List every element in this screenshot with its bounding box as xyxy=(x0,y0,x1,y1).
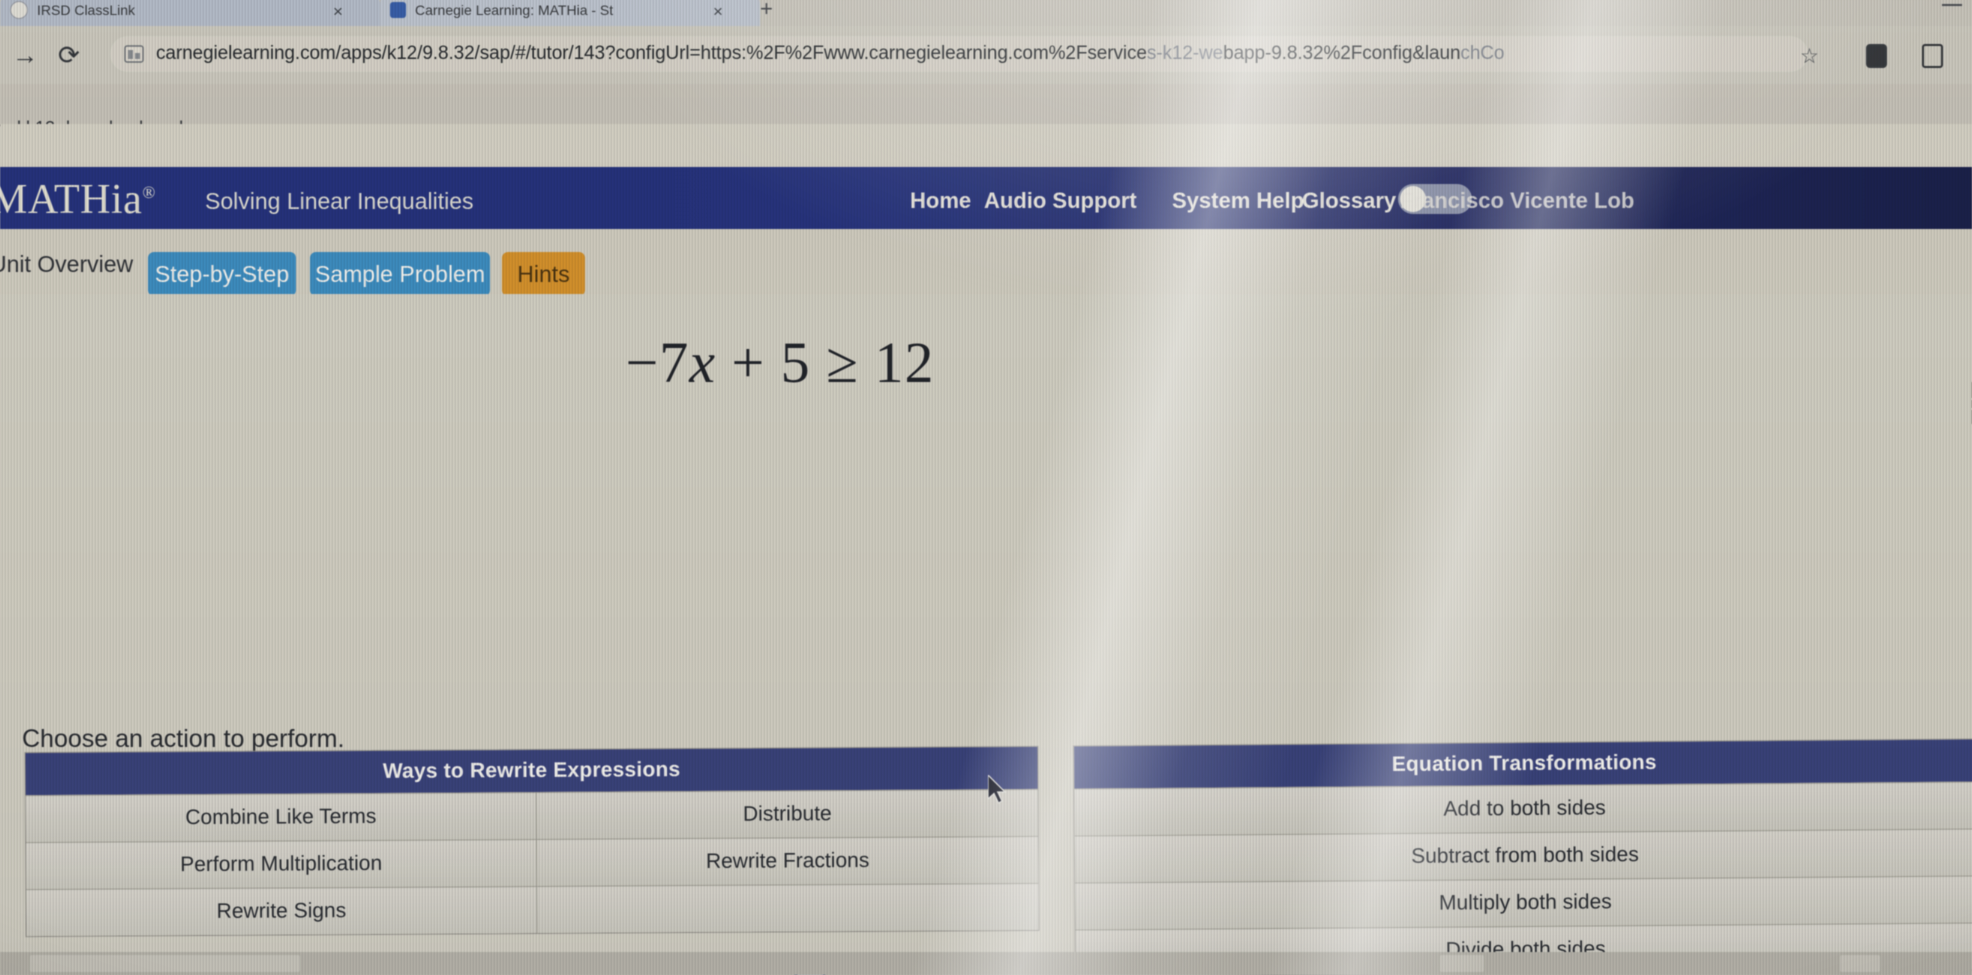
browser-tab-mathia[interactable]: Carnegie Learning: MATHia - St xyxy=(380,0,760,26)
equation-display: −7x + 5 ≥ 12 xyxy=(625,330,935,395)
close-icon[interactable]: × xyxy=(333,2,343,22)
taskbar-item[interactable] xyxy=(1840,955,1880,972)
table-row: Perform Multiplication Rewrite Fractions xyxy=(25,835,1039,890)
table-row: Subtract from both sides xyxy=(1074,828,1972,883)
reload-icon[interactable]: ⟳ xyxy=(58,40,80,71)
url-text: carnegielearning.com/apps/k12/9.8.32/sap… xyxy=(156,43,1505,64)
taskbar-item[interactable] xyxy=(30,955,300,972)
new-tab-button[interactable]: + xyxy=(760,0,773,22)
forward-icon[interactable]: → xyxy=(12,40,38,71)
site-info-icon[interactable] xyxy=(124,45,144,63)
carnegie-favicon xyxy=(390,2,406,18)
window-minimize-button[interactable] xyxy=(1942,4,1962,6)
address-bar[interactable]: carnegielearning.com/apps/k12/9.8.32/sap… xyxy=(110,36,1808,72)
close-icon[interactable]: × xyxy=(713,2,723,22)
table-row: Rewrite Signs xyxy=(26,882,1039,937)
action-perform-multiplication[interactable]: Perform Multiplication xyxy=(25,838,538,890)
table-row: Combine Like Terms Distribute xyxy=(25,788,1038,843)
bookmarks-bar xyxy=(0,84,1972,124)
action-rewrite-fractions[interactable]: Rewrite Fractions xyxy=(536,835,1039,886)
action-rewrite-signs[interactable]: Rewrite Signs xyxy=(26,885,538,937)
equation-transformations-panel: Equation Transformations Add to both sid… xyxy=(1073,738,1972,975)
extensions-icon[interactable] xyxy=(1866,44,1887,68)
nav-home[interactable]: Home xyxy=(910,188,971,214)
action-add-to-both-sides[interactable]: Add to both sides xyxy=(1074,781,1972,836)
action-multiply-both-sides[interactable]: Multiply both sides xyxy=(1075,875,1972,930)
panel-title: Equation Transformations xyxy=(1074,739,1972,789)
taskbar-item[interactable] xyxy=(1440,955,1484,972)
nav-user-name[interactable]: Francisco Vicente Lob xyxy=(1400,188,1634,214)
browser-tab-classlink[interactable]: IRSD ClassLink xyxy=(0,0,380,26)
browser-tab-title: Carnegie Learning: MATHia - St xyxy=(415,2,614,18)
page-title: Solving Linear Inequalities xyxy=(205,188,474,214)
hints-button[interactable]: Hints xyxy=(502,252,585,296)
browser-tab-strip: IRSD ClassLink × Carnegie Learning: MATH… xyxy=(0,0,1972,26)
panel-title: Ways to Rewrite Expressions xyxy=(25,746,1038,796)
table-row: Multiply both sides xyxy=(1075,875,1972,930)
bookmark-star-icon[interactable]: ☆ xyxy=(1800,44,1819,69)
mathia-logo: MATHia® xyxy=(0,177,156,223)
nav-audio-support[interactable]: Audio Support xyxy=(984,188,1137,214)
action-distribute[interactable]: Distribute xyxy=(536,788,1038,839)
action-empty-cell xyxy=(537,882,1039,933)
action-combine-like-terms[interactable]: Combine Like Terms xyxy=(25,791,537,843)
nav-glossary[interactable]: Glossary xyxy=(1302,188,1396,214)
sample-problem-button[interactable]: Sample Problem xyxy=(310,252,490,296)
action-subtract-from-both-sides[interactable]: Subtract from both sides xyxy=(1074,828,1972,883)
classlink-favicon xyxy=(10,1,28,19)
nav-system-help[interactable]: System Help xyxy=(1172,188,1304,214)
step-by-step-button[interactable]: Step-by-Step xyxy=(148,252,296,296)
table-row: Add to both sides xyxy=(1074,781,1972,836)
ways-to-rewrite-expressions-panel: Ways to Rewrite Expressions Combine Like… xyxy=(24,745,1040,938)
downloads-icon[interactable] xyxy=(1922,44,1943,68)
unit-overview-link[interactable]: Unit Overview xyxy=(0,251,133,278)
browser-tab-title: IRSD ClassLink xyxy=(37,2,136,18)
mathia-app: MATHia® Solving Linear Inequalities Home… xyxy=(0,124,1972,975)
